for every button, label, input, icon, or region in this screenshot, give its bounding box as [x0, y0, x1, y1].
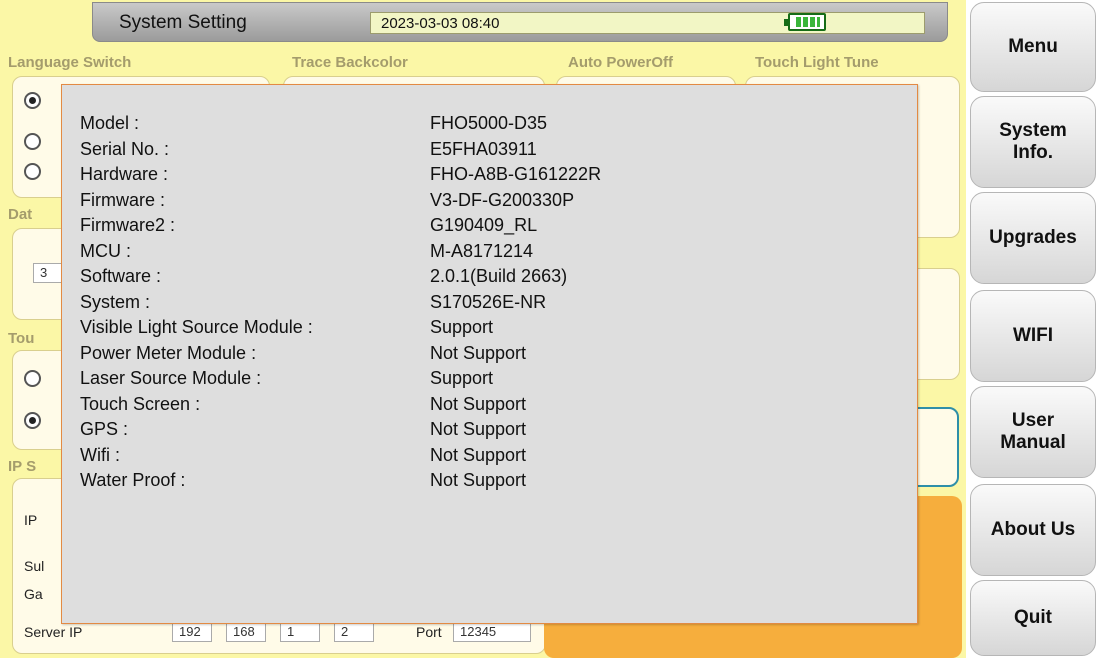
info-key: GPS :	[80, 419, 129, 439]
info-value: Not Support	[430, 470, 527, 490]
battery-level-fill	[796, 17, 820, 27]
info-row: MCU : M-A8171214	[80, 241, 880, 265]
auto-poweroff-label: Auto PowerOff	[568, 54, 673, 71]
server-ip-label: Server IP	[24, 624, 83, 640]
info-value: Not Support	[430, 342, 527, 363]
touch-section-label: Tou	[8, 330, 35, 347]
side-menu: Menu System Info. Upgrades WIFI User Man…	[966, 0, 1098, 658]
info-row: Model : FHO5000-D35	[80, 113, 880, 137]
title-bar: System Setting 2023-03-03 08:40	[92, 2, 948, 42]
info-value: Not Support	[430, 393, 527, 414]
info-key: Firmware2 :	[80, 215, 176, 235]
quit-button[interactable]: Quit	[970, 580, 1096, 656]
info-key: Software :	[80, 266, 162, 286]
info-row: Firmware : V3-DF-G200330P	[80, 190, 880, 214]
info-row: Water Proof : Not Support	[80, 470, 880, 494]
info-key: Hardware :	[80, 164, 169, 184]
info-key: System :	[80, 291, 151, 312]
info-row: Serial No. : E5FHA03911	[80, 139, 880, 163]
info-row: Firmware2 : G190409_RL	[80, 215, 880, 239]
info-value: V3-DF-G200330P	[430, 189, 575, 210]
page-title: System Setting	[119, 12, 247, 33]
info-value: M-A8171214	[430, 240, 534, 261]
info-row: Laser Source Module : Support	[80, 368, 880, 392]
info-value: S170526E-NR	[430, 291, 547, 312]
language-radio-3[interactable]	[24, 163, 41, 180]
info-key: Power Meter Module :	[80, 342, 257, 363]
info-key: Serial No. :	[80, 138, 170, 159]
info-value: Support	[430, 368, 494, 388]
info-value: 2.0.1(Build 2663)	[430, 266, 568, 286]
port-label: Port	[416, 624, 442, 640]
language-radio-1[interactable]	[24, 92, 41, 109]
language-radio-2[interactable]	[24, 133, 41, 150]
info-key: Model :	[80, 113, 140, 133]
touch-light-tune-label: Touch Light Tune	[755, 54, 879, 71]
battery-icon	[784, 13, 826, 31]
server-ip-octet-2[interactable]: 168	[226, 622, 266, 642]
info-value: Not Support	[430, 444, 527, 465]
port-field[interactable]: 12345	[453, 622, 531, 642]
touch-radio-on[interactable]	[24, 412, 41, 429]
info-row: Touch Screen : Not Support	[80, 394, 880, 418]
system-info-button[interactable]: System Info.	[970, 96, 1096, 188]
info-row: GPS : Not Support	[80, 419, 880, 443]
info-value: Support	[430, 317, 494, 337]
info-key: Firmware :	[80, 189, 165, 210]
info-row: Software : 2.0.1(Build 2663)	[80, 266, 880, 290]
info-key: MCU :	[80, 240, 131, 261]
info-row: Visible Light Source Module : Support	[80, 317, 880, 341]
user-manual-button[interactable]: User Manual	[970, 386, 1096, 478]
info-value: Not Support	[430, 419, 527, 439]
info-row: Hardware : FHO-A8B-G161222R	[80, 164, 880, 188]
trace-backcolor-label: Trace Backcolor	[292, 54, 408, 71]
language-switch-label: Language Switch	[8, 54, 132, 71]
info-key: Laser Source Module :	[80, 368, 262, 388]
menu-button[interactable]: Menu	[970, 2, 1096, 92]
datetime-display: 2023-03-03 08:40	[370, 12, 925, 34]
touch-radio-off[interactable]	[24, 370, 41, 387]
info-row: System : S170526E-NR	[80, 292, 880, 316]
info-value: FHO-A8B-G161222R	[430, 164, 602, 184]
system-info-dialog: Model : FHO5000-D35 Serial No. : E5FHA03911…	[61, 84, 918, 624]
upgrades-button[interactable]: Upgrades	[970, 192, 1096, 284]
server-ip-octet-3[interactable]: 1	[280, 622, 320, 642]
info-key: Touch Screen :	[80, 393, 201, 414]
info-value: FHO5000-D35	[430, 113, 548, 133]
info-key: Wifi :	[80, 444, 120, 465]
info-row: Power Meter Module : Not Support	[80, 343, 880, 367]
about-us-button[interactable]: About Us	[970, 484, 1096, 576]
wifi-button[interactable]: WIFI	[970, 290, 1096, 382]
info-key: Visible Light Source Module :	[80, 317, 313, 337]
info-key: Water Proof :	[80, 470, 186, 490]
gateway-label: Ga	[24, 586, 43, 602]
info-value: G190409_RL	[430, 215, 538, 235]
subnet-label: Sul	[24, 558, 45, 574]
date-section-label: Dat	[8, 206, 33, 223]
ip-label: IP	[24, 512, 38, 528]
ip-section-label: IP S	[8, 458, 37, 475]
info-row: Wifi : Not Support	[80, 445, 880, 469]
info-value: E5FHA03911	[430, 138, 537, 159]
system-setting-screen: System Setting 2023-03-03 08:40 Language…	[0, 0, 1098, 658]
server-ip-octet-1[interactable]: 192	[172, 622, 212, 642]
server-ip-octet-4[interactable]: 2	[334, 622, 374, 642]
